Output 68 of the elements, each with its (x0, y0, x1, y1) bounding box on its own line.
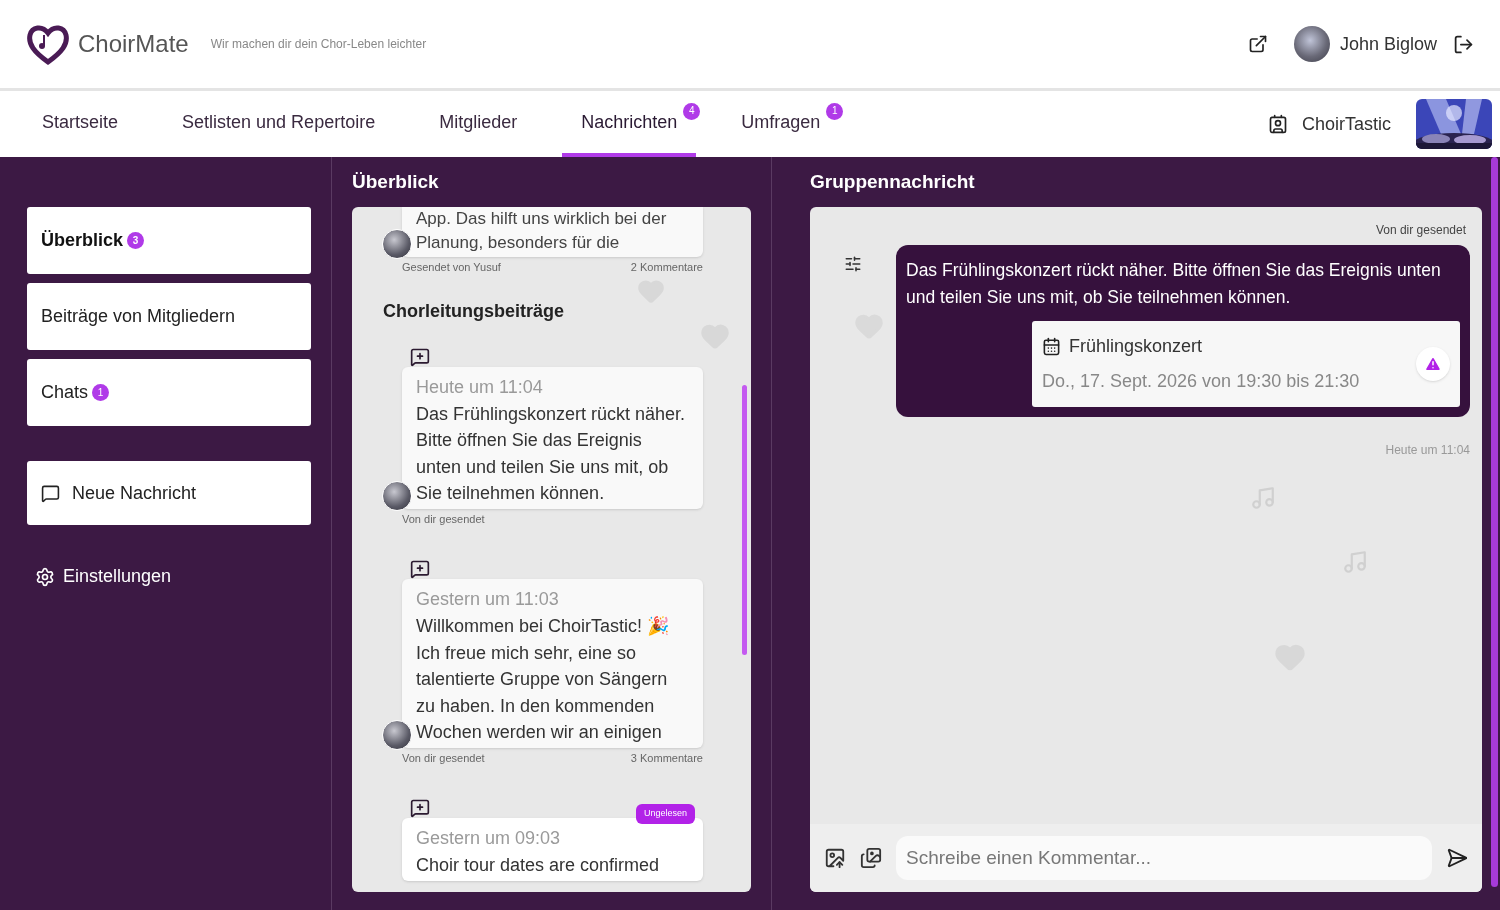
gallery-icon[interactable] (860, 847, 882, 869)
post-time: Heute um 11:04 (416, 375, 544, 399)
message-icon (410, 798, 430, 818)
comment-count: 3 Kommentare (630, 750, 703, 766)
calendar-icon (1042, 337, 1061, 356)
sidebar-item[interactable]: Beiträge von Mitgliedern (27, 283, 311, 350)
warning-button[interactable] (1416, 347, 1450, 381)
heart-logo-icon (26, 22, 70, 66)
panel-title: Überblick (352, 169, 440, 194)
contact-icon (1267, 114, 1288, 134)
sender-label: Von dir gesendet (402, 511, 485, 527)
new-message-button[interactable]: Neue Nachricht (27, 461, 311, 525)
filter-icon[interactable] (844, 255, 862, 273)
post-time: Gestern um 09:03 (416, 827, 562, 850)
scrollbar[interactable] (742, 385, 747, 655)
comment-count: 2 Kommentare (630, 260, 703, 275)
logout-icon[interactable] (1453, 33, 1474, 55)
comment-field[interactable]: Schreibe einen Kommentar... (896, 836, 1432, 880)
settings-link[interactable]: Einstellungen (63, 563, 172, 590)
tagline: Wir machen dir dein Chor-Leben leichter (210, 36, 427, 53)
post-text: Choir tour dates are confirmed (416, 854, 661, 877)
music-note-icon (1342, 549, 1368, 575)
unread-badge: Ungelesen (635, 804, 695, 824)
scrollbar[interactable] (1491, 157, 1498, 887)
count-badge: 1 (826, 102, 844, 120)
music-note-icon (1250, 485, 1276, 511)
post-card[interactable]: Heute um 11:04 Das Frühlingskonzert rückt näher. Bitte öffnen Sie das Ereignis unten und teilen Sie uns mit, ob Sie teilnehmen können. (402, 366, 703, 509)
avatar (382, 480, 412, 511)
count-badge: 3 (127, 232, 145, 249)
panel-title: Gruppennachricht (810, 169, 976, 194)
chat-icon (41, 483, 60, 503)
nav-tab[interactable]: Mitglieder (420, 91, 537, 157)
post-text: Das Frühlingskonzert rückt näher. Bitte öffnen Sie das Ereignis unten und teilen Sie uns mit, ob Sie teilnehmen können. (416, 402, 687, 505)
sidebar-item[interactable]: Chats 1 (27, 359, 311, 426)
message-time: Heute um 11:04 (1385, 443, 1470, 457)
post-card[interactable]: App. Das hilft uns wirklich bei der Planung, besonders für die (402, 207, 703, 257)
event-card[interactable]: Frühlingskonzert Do., 17. Sept. 2026 von 19:30 bis 21:30 (1032, 321, 1460, 407)
count-badge: 1 (92, 384, 110, 401)
user-name[interactable]: John Biglow (1339, 30, 1437, 58)
external-link-icon[interactable] (1247, 34, 1268, 54)
app-name: ChoirMate (78, 29, 189, 59)
nav-tab[interactable]: Startseite (23, 91, 138, 157)
post-text: App. Das hilft uns wirklich bei der Planung, besonders für die (416, 208, 668, 254)
event-title: Frühlingskonzert (1069, 335, 1203, 358)
avatar (382, 719, 412, 750)
count-badge: 4 (683, 102, 701, 120)
post-time: Gestern um 11:03 (416, 588, 560, 611)
event-date: Do., 17. Sept. 2026 von 19:30 bis 21:30 (1042, 370, 1361, 393)
message-text: Das Frühlingskonzert rückt näher. Bitte öffnen Sie das Ereignis unten und teilen Sie uns mit, ob Sie teilnehmen können. (906, 259, 1442, 309)
nav-tab[interactable]: Nachrichten 4 (562, 91, 697, 157)
user-avatar[interactable] (1293, 26, 1330, 62)
sender-label: Gesendet von Yusuf (402, 260, 501, 275)
nav-tab[interactable]: Setlisten und Repertoire (163, 91, 395, 157)
post-card[interactable]: Gestern um 11:03 Willkommen bei ChoirTastic! 🎉 Ich freue mich sehr, eine so talentierte Gruppe von Sängern zu haben. In den kommenden Wochen werden wir an einigen (402, 579, 703, 748)
warning-icon (1424, 355, 1442, 373)
section-title: Chorleitungsbeiträge (383, 299, 566, 323)
post-text: Willkommen bei ChoirTastic! 🎉 Ich freue mich sehr, eine so talentierte Gruppe von Sängern zu haben. In den kommenden Wochen werden wir an einigen (416, 615, 671, 744)
message-icon (410, 559, 430, 579)
sender-label: Von dir gesendet (402, 750, 485, 766)
choir-name[interactable]: ChoirTastic (1301, 110, 1391, 138)
image-upload-icon[interactable] (824, 847, 846, 869)
settings-icon[interactable] (35, 566, 55, 587)
avatar (382, 229, 412, 259)
sender-label: Von dir gesendet (1375, 223, 1466, 237)
message-icon (410, 346, 430, 367)
send-icon[interactable] (1446, 847, 1468, 869)
sidebar-item[interactable]: Überblick 3 (27, 207, 311, 274)
post-card[interactable]: Gestern um 09:03 Choir tour dates are confirmed (402, 818, 703, 881)
